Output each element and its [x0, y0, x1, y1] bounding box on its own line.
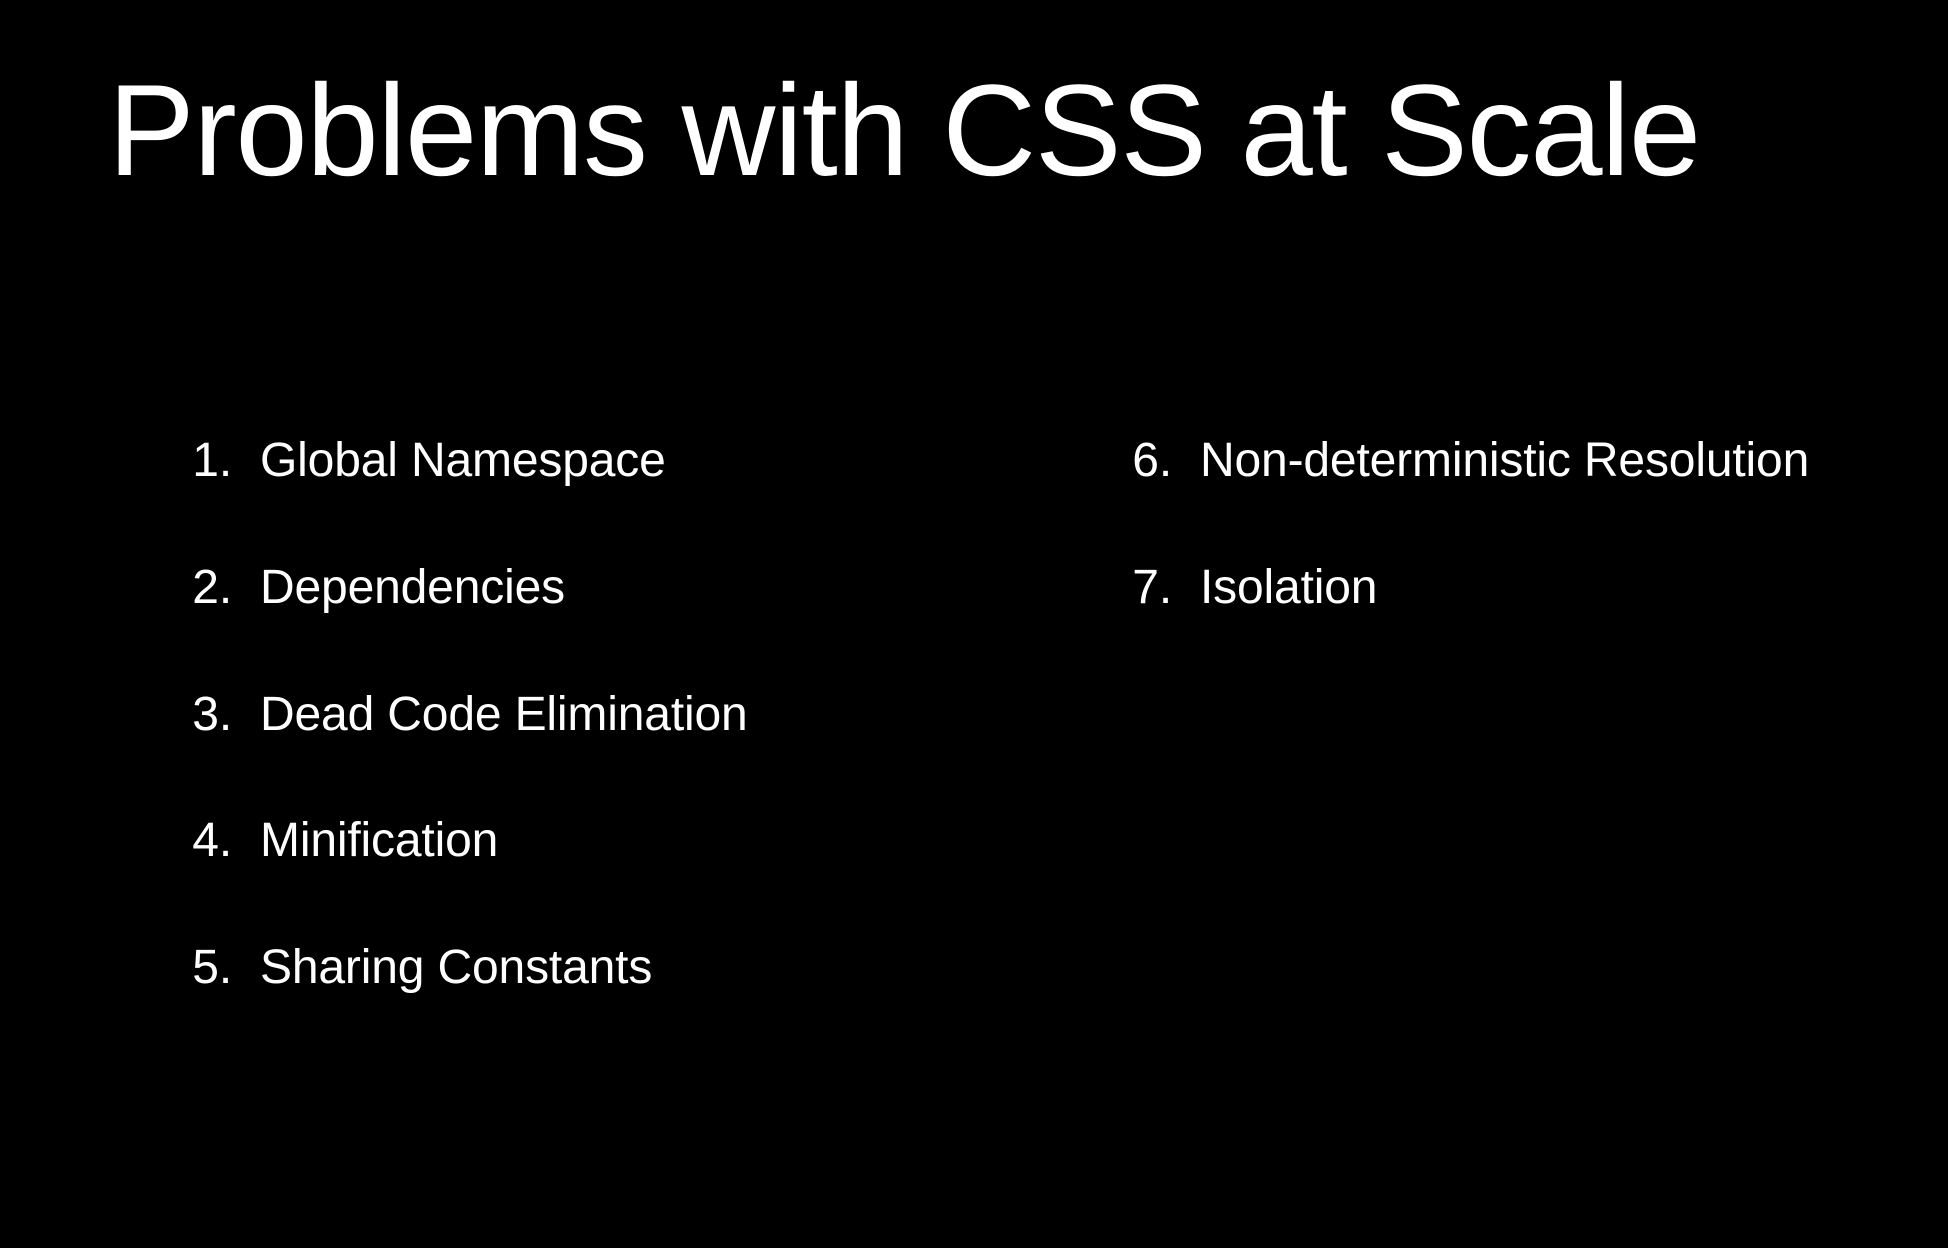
list-item: 1. Global Namespace	[164, 435, 1064, 488]
list-item: 6. Non-deterministic Resolution	[1104, 435, 1884, 488]
list-number: 5.	[164, 942, 232, 995]
list-text: Dependencies	[260, 562, 1064, 615]
list-number: 6.	[1104, 435, 1172, 488]
list-text: Non-deterministic Resolution	[1200, 435, 1884, 488]
left-column: 1. Global Namespace 2. Dependencies 3. D…	[164, 435, 1064, 1069]
list-text: Global Namespace	[260, 435, 1064, 488]
list-number: 4.	[164, 815, 232, 868]
slide-title: Problems with CSS at Scale	[108, 55, 1840, 205]
slide: Problems with CSS at Scale 1. Global Nam…	[0, 0, 1948, 1248]
list-item: 7. Isolation	[1104, 562, 1884, 615]
list-item: 2. Dependencies	[164, 562, 1064, 615]
list-number: 2.	[164, 562, 232, 615]
content-columns: 1. Global Namespace 2. Dependencies 3. D…	[108, 435, 1840, 1069]
list-item: 3. Dead Code Elimination	[164, 689, 1064, 742]
list-text: Isolation	[1200, 562, 1884, 615]
list-number: 3.	[164, 689, 232, 742]
list-number: 7.	[1104, 562, 1172, 615]
list-item: 4. Minification	[164, 815, 1064, 868]
list-text: Sharing Constants	[260, 942, 1064, 995]
right-column: 6. Non-deterministic Resolution 7. Isola…	[1104, 435, 1884, 1069]
list-text: Dead Code Elimination	[260, 689, 1064, 742]
list-number: 1.	[164, 435, 232, 488]
list-item: 5. Sharing Constants	[164, 942, 1064, 995]
list-text: Minification	[260, 815, 1064, 868]
